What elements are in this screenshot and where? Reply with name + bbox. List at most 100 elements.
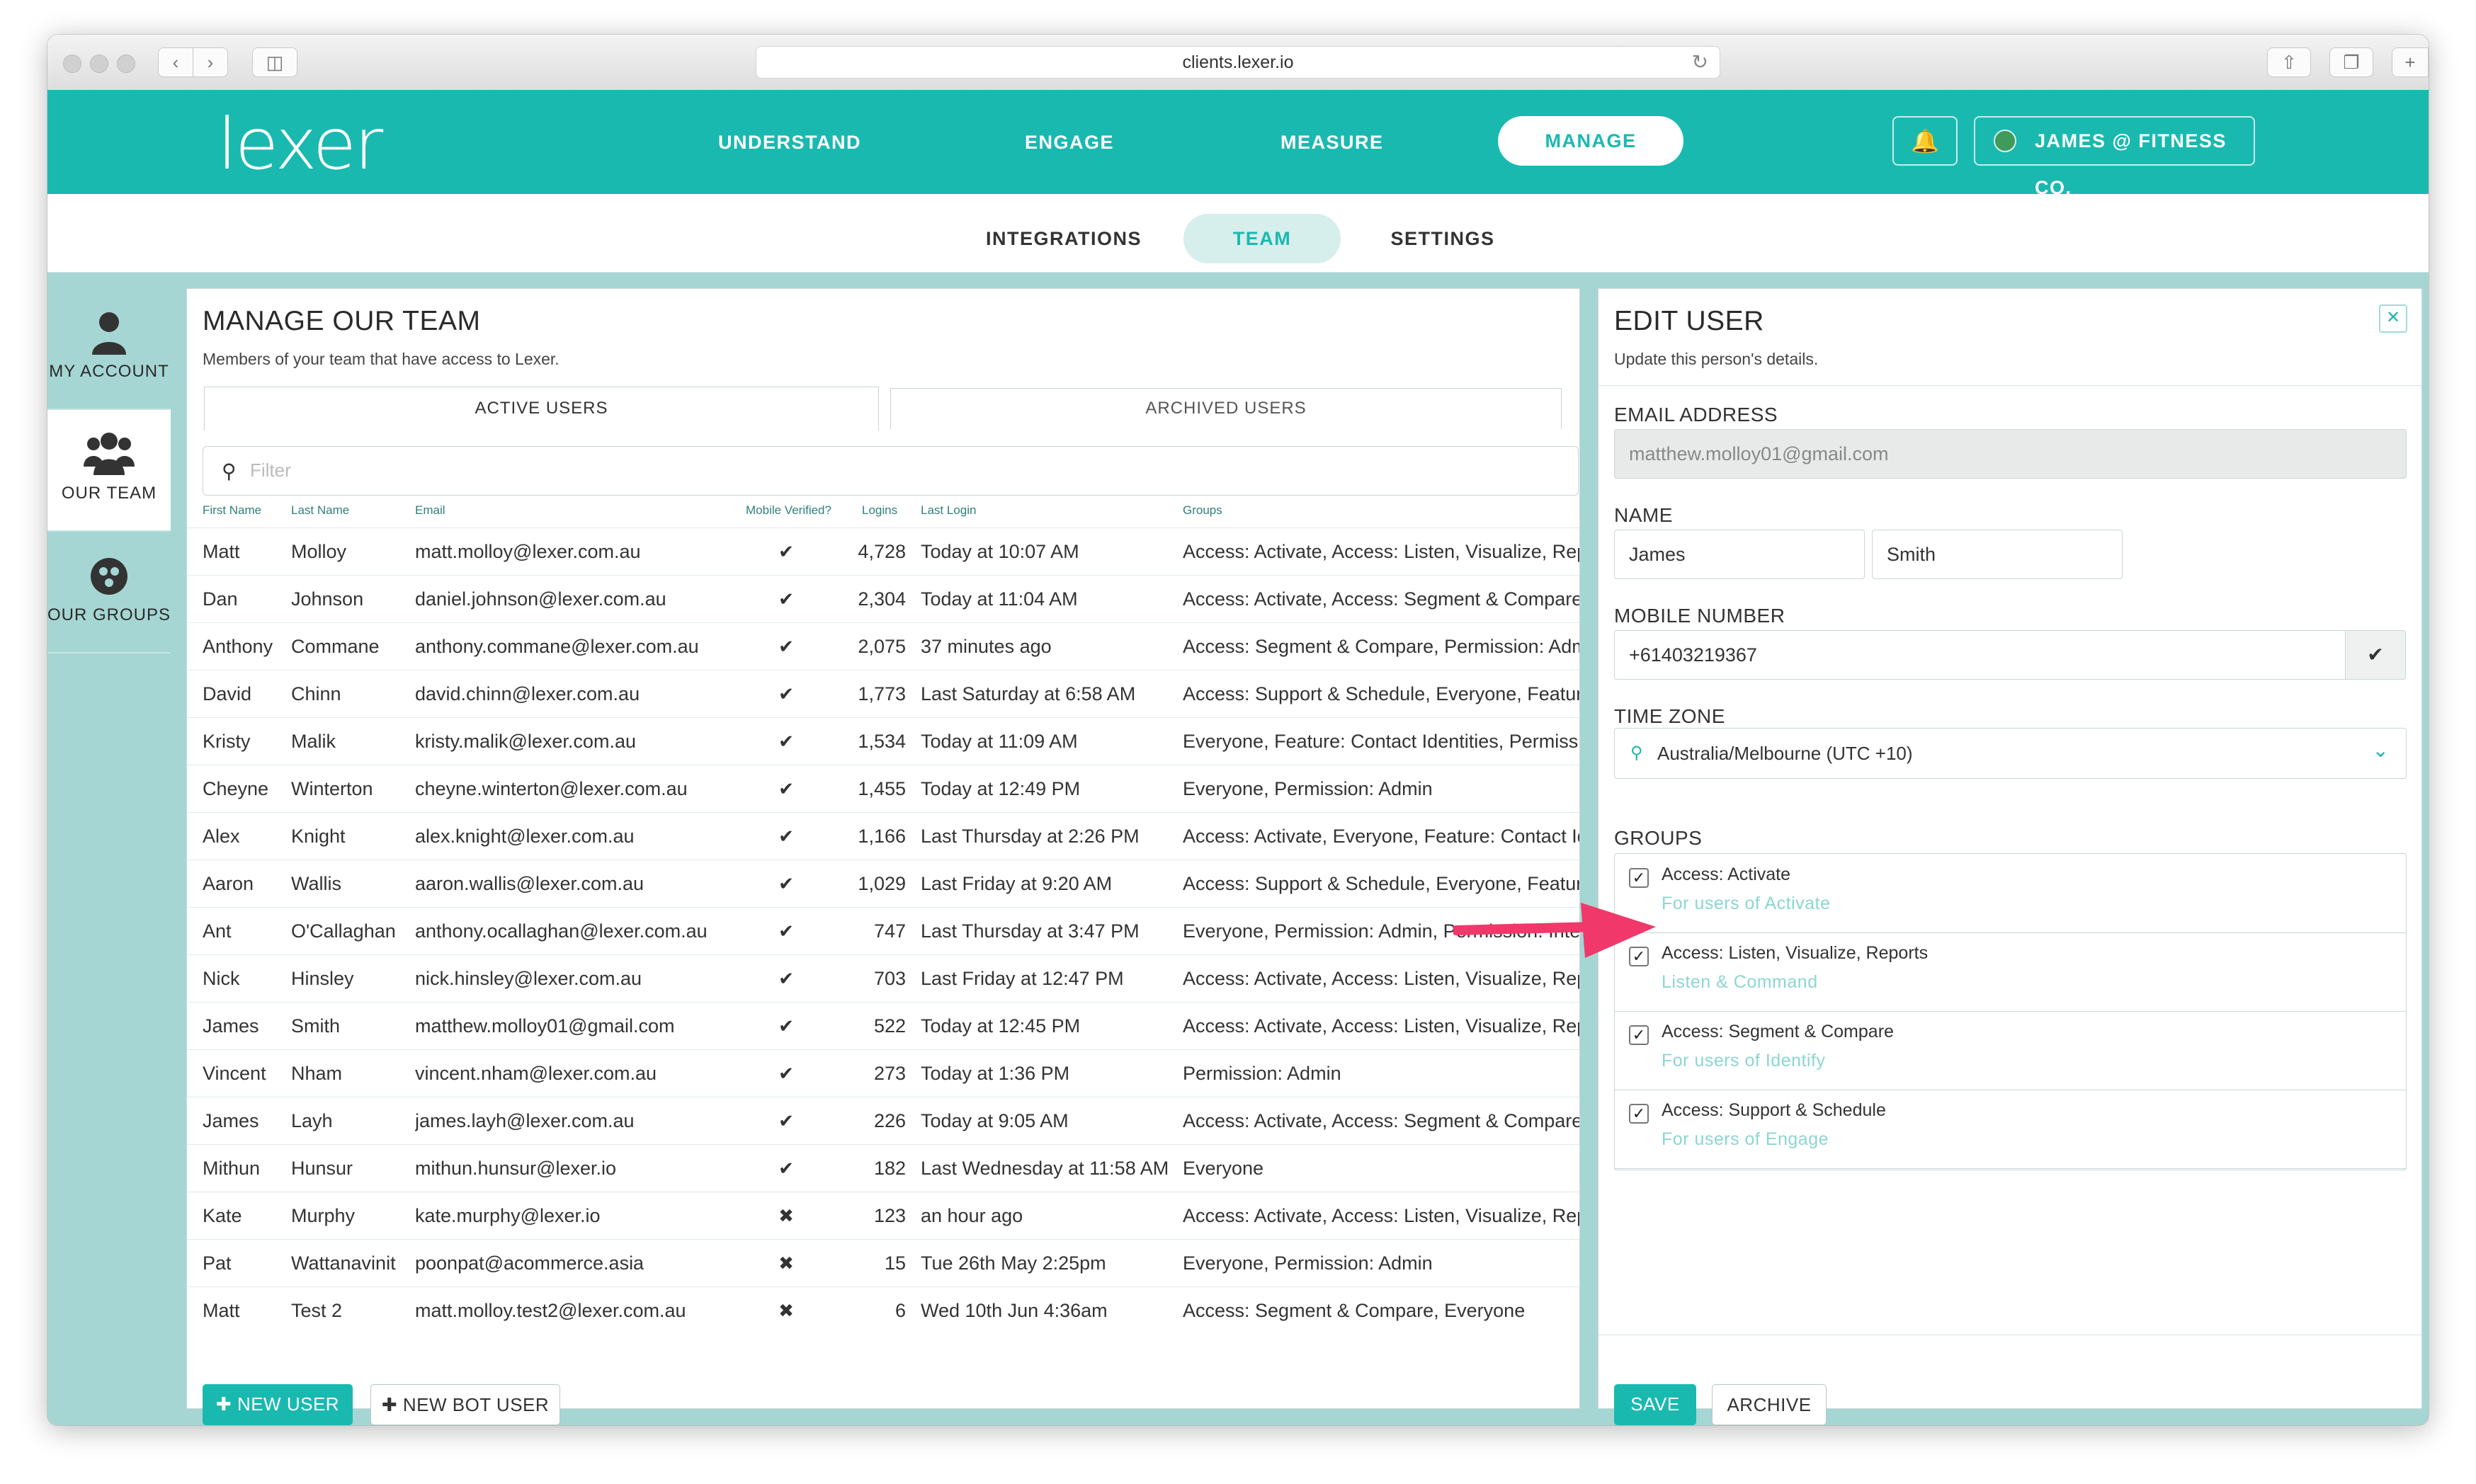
- forward-icon[interactable]: ›: [193, 47, 228, 77]
- archive-button[interactable]: ARCHIVE: [1712, 1384, 1827, 1425]
- table-row[interactable]: Ant O'Callaghan anthony.ocallaghan@lexer.c…: [187, 907, 1579, 955]
- new-bot-user-label: NEW BOT USER: [402, 1394, 550, 1415]
- table-row[interactable]: Pat Wattanavinit poonpat@acommerce.asia ✖ 15…: [187, 1239, 1579, 1287]
- group-item-listen[interactable]: ✓ Access: Listen, Visualize, Reports Lis…: [1615, 932, 2406, 1012]
- address-bar[interactable]: clients.lexer.io ↻: [756, 46, 1720, 79]
- group-description: For users of Activate: [1662, 894, 1831, 913]
- divider: [1598, 385, 2421, 386]
- first-name-cell: Kate: [203, 1205, 242, 1226]
- groups-cell: Access: Activate, Everyone, Feature: Con…: [1183, 826, 1579, 847]
- group-item-support[interactable]: ✓ Access: Support & Schedule For users o…: [1615, 1090, 2406, 1169]
- mobile-verified-cell: ✔: [778, 778, 794, 799]
- table-row[interactable]: Kristy Malik kristy.malik@lexer.com.au ✔ 1,5…: [187, 717, 1579, 765]
- reload-icon[interactable]: ↻: [1692, 47, 1708, 78]
- group-description: For users of Identify: [1662, 1051, 1826, 1071]
- mobile-verified-cell: ✔: [778, 826, 794, 847]
- lexer-logo[interactable]: lexer: [217, 98, 383, 190]
- tabs-overview-icon[interactable]: ❐: [2329, 47, 2373, 77]
- team-icon: [47, 431, 171, 478]
- nav-manage[interactable]: MANAGE: [1498, 116, 1683, 166]
- column-email[interactable]: Email: [415, 503, 445, 518]
- last-login-cell: Last Thursday at 2:26 PM: [921, 826, 1140, 847]
- table-row[interactable]: Alex Knight alex.knight@lexer.com.au ✔ 1,166…: [187, 812, 1579, 860]
- url-text: clients.lexer.io: [1182, 52, 1294, 72]
- sidebar-label-our-team: OUR TEAM: [61, 484, 157, 503]
- verify-check-icon[interactable]: ✔: [2345, 630, 2406, 680]
- table-row[interactable]: Matt Test 2 matt.molloy.test2@lexer.com.au…: [187, 1286, 1579, 1335]
- table-row[interactable]: Vincent Nham vincent.nham@lexer.com.au ✔ 273…: [187, 1049, 1579, 1097]
- column-last-name[interactable]: Last Name: [291, 503, 349, 518]
- back-icon[interactable]: ‹: [158, 47, 193, 77]
- minimize-window-dot[interactable]: [90, 55, 108, 73]
- groups-cell: Everyone: [1183, 1158, 1264, 1179]
- column-last-login[interactable]: Last Login: [921, 503, 976, 518]
- first-name-cell: Mithun: [203, 1158, 261, 1179]
- column-logins[interactable]: Logins: [862, 503, 897, 518]
- column-first-name[interactable]: First Name: [203, 503, 261, 518]
- tab-archived-users[interactable]: ARCHIVED USERS: [890, 388, 1562, 429]
- group-checkbox[interactable]: ✓: [1629, 1104, 1649, 1124]
- last-login-cell: Today at 9:05 AM: [921, 1110, 1069, 1131]
- logins-cell: 273: [873, 1063, 906, 1084]
- mobile-verified-cell: ✔: [778, 588, 794, 610]
- table-row[interactable]: Nick Hinsley nick.hinsley@lexer.com.au ✔ 703…: [187, 954, 1579, 1003]
- table-row[interactable]: Aaron Wallis aaron.wallis@lexer.com.au ✔ 1,0…: [187, 860, 1579, 908]
- mobile-verified-cell: ✖: [778, 1300, 794, 1321]
- mobile-verified-cell: ✖: [778, 1252, 794, 1274]
- last-login-cell: Today at 1:36 PM: [921, 1063, 1070, 1084]
- table-row[interactable]: James Smith matthew.molloy01@gmail.com ✔ 522…: [187, 1002, 1579, 1050]
- new-tab-icon[interactable]: +: [2392, 47, 2429, 77]
- new-user-button[interactable]: ✚ NEW USER: [203, 1384, 353, 1425]
- logins-cell: 703: [873, 968, 906, 989]
- logins-cell: 1,029: [858, 873, 906, 894]
- column-groups[interactable]: Groups: [1183, 503, 1222, 518]
- table-row[interactable]: Anthony Commane anthony.commane@lexer.com.…: [187, 622, 1579, 670]
- table-row[interactable]: Kate Murphy kate.murphy@lexer.io ✖ 123 an hou…: [187, 1192, 1579, 1240]
- mobile-label: MOBILE NUMBER: [1614, 605, 1785, 627]
- tab-team[interactable]: TEAM: [1183, 214, 1341, 263]
- mobile-verified-cell: ✖: [778, 1205, 794, 1226]
- group-item-segment[interactable]: ✓ Access: Segment & Compare For users of…: [1615, 1011, 2406, 1090]
- group-name: Access: Listen, Visualize, Reports: [1662, 943, 1929, 963]
- last-name-cell: Test 2: [291, 1300, 343, 1321]
- logins-cell: 1,773: [858, 683, 906, 704]
- nav-measure[interactable]: MEASURE: [1280, 127, 1384, 158]
- last-name-field[interactable]: Smith: [1872, 530, 2123, 579]
- filter-input[interactable]: ⚲ Filter: [203, 446, 1579, 496]
- share-icon[interactable]: ⇧: [2267, 47, 2311, 77]
- table-row[interactable]: David Chinn david.chinn@lexer.com.au ✔ 1,773…: [187, 670, 1579, 718]
- last-name-cell: Wallis: [291, 873, 341, 894]
- nav-engage[interactable]: ENGAGE: [1025, 127, 1114, 158]
- table-row[interactable]: Dan Johnson daniel.johnson@lexer.com.au ✔ 2,…: [187, 575, 1579, 623]
- last-login-cell: Today at 12:45 PM: [921, 1015, 1081, 1037]
- account-menu-button[interactable]: JAMES @ FITNESS CO.: [1974, 116, 2255, 198]
- table-row[interactable]: Matt Molloy matt.molloy@lexer.com.au ✔ 4,728…: [187, 527, 1579, 576]
- tab-active-users[interactable]: ACTIVE USERS: [204, 387, 879, 430]
- group-checkbox[interactable]: ✓: [1629, 1025, 1649, 1045]
- group-checkbox[interactable]: ✓: [1629, 868, 1649, 888]
- tab-settings[interactable]: SETTINGS: [1372, 214, 1514, 263]
- save-button[interactable]: SAVE: [1614, 1384, 1696, 1425]
- column-mobile-verified[interactable]: Mobile Verified?: [746, 503, 831, 518]
- tab-integrations[interactable]: INTEGRATIONS: [968, 214, 1159, 263]
- table-row[interactable]: Mithun Hunsur mithun.hunsur@lexer.io ✔ 182 La…: [187, 1144, 1579, 1192]
- sidebar-toggle-icon[interactable]: ◫: [252, 47, 297, 77]
- email-cell: vincent.nham@lexer.com.au: [415, 1063, 657, 1084]
- nav-understand[interactable]: UNDERSTAND: [718, 127, 861, 158]
- table-row[interactable]: Cheyne Winterton cheyne.winterton@lexer.co…: [187, 765, 1579, 813]
- sidebar-item-our-groups[interactable]: OUR GROUPS: [47, 532, 171, 653]
- sidebar-item-my-account[interactable]: MY ACCOUNT: [47, 288, 171, 410]
- timezone-select[interactable]: ⚲ Australia/Melbourne (UTC +10) ⌄: [1614, 728, 2407, 779]
- notifications-bell-icon[interactable]: 🔔: [1892, 116, 1958, 166]
- close-icon[interactable]: ✕: [2379, 304, 2407, 333]
- sidebar-item-our-team[interactable]: OUR TEAM: [47, 410, 171, 532]
- table-row[interactable]: James Layh james.layh@lexer.com.au ✔ 226 Toda…: [187, 1097, 1579, 1145]
- close-window-dot[interactable]: [63, 55, 81, 73]
- mobile-field[interactable]: +61403219367: [1614, 630, 2346, 680]
- group-item-activate[interactable]: ✓ Access: Activate For users of Activate: [1615, 854, 2406, 933]
- groups-cell: Everyone, Feature: Contact Identities, P…: [1183, 731, 1579, 752]
- first-name-field[interactable]: James: [1614, 530, 1865, 579]
- first-name-cell: James: [203, 1110, 259, 1131]
- zoom-window-dot[interactable]: [117, 55, 135, 73]
- new-bot-user-button[interactable]: ✚ NEW BOT USER: [370, 1384, 560, 1425]
